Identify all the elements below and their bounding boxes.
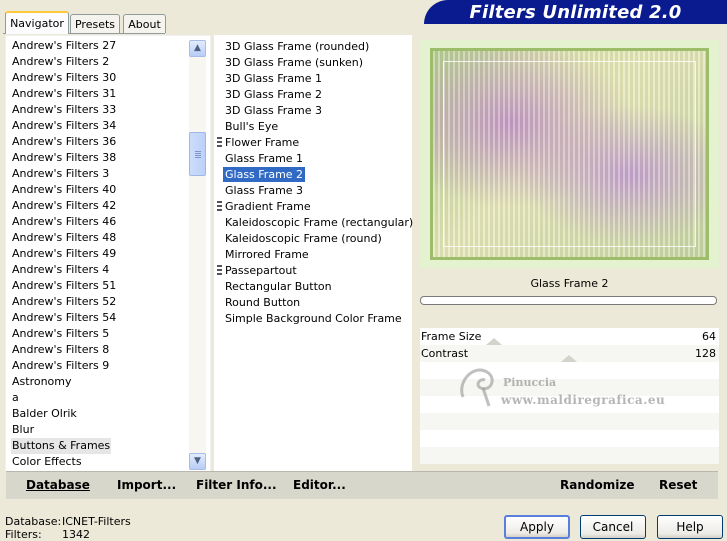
filter-item[interactable]: Gradient Frame xyxy=(223,199,313,214)
category-item[interactable]: Color Effects xyxy=(11,454,83,470)
import-button[interactable]: Import... xyxy=(117,472,176,499)
database-button[interactable]: Database xyxy=(26,472,90,499)
watermark-url: www.maldiregrafica.eu xyxy=(501,393,666,407)
category-item[interactable]: Astronomy xyxy=(11,374,73,390)
category-item[interactable]: a xyxy=(11,390,20,406)
category-item[interactable]: Andrew's Filters 40 xyxy=(11,182,117,198)
slider-thumb-icon[interactable] xyxy=(486,338,502,345)
preset-marker-icon xyxy=(217,201,222,212)
preview-panel xyxy=(420,40,719,268)
category-item[interactable]: Andrew's Filters 46 xyxy=(11,214,117,230)
filter-item[interactable]: Kaleidoscopic Frame (rectangular) xyxy=(223,215,415,230)
filter-item[interactable]: 3D Glass Frame (sunken) xyxy=(223,55,365,70)
status-database: Database:ICNET-Filters xyxy=(5,515,131,528)
filter-item[interactable]: Flower Frame xyxy=(223,135,301,150)
category-item[interactable]: Andrew's Filters 54 xyxy=(11,310,117,326)
filter-item[interactable]: 3D Glass Frame 2 xyxy=(223,87,324,102)
param-label: Contrast xyxy=(421,347,469,360)
editor-button[interactable]: Editor... xyxy=(293,472,346,499)
filter-item[interactable]: Kaleidoscopic Frame (round) xyxy=(223,231,384,246)
selected-filter-name: Glass Frame 2 xyxy=(530,277,609,290)
watermark-logo-icon xyxy=(460,368,494,407)
scrollbar-thumb[interactable] xyxy=(189,132,206,176)
app-title-banner: Filters Unlimited 2.0 xyxy=(424,0,727,24)
param-row-empty xyxy=(420,413,719,430)
category-item[interactable]: Blur xyxy=(11,422,35,438)
filter-item[interactable]: Simple Background Color Frame xyxy=(223,311,404,326)
filter-info-button[interactable]: Filter Info... xyxy=(196,472,277,499)
category-item[interactable]: Andrew's Filters 5 xyxy=(11,326,110,342)
param-value: 128 xyxy=(695,347,716,360)
arrow-up-icon[interactable]: ▲ xyxy=(189,40,206,57)
category-item[interactable]: Andrew's Filters 51 xyxy=(11,278,117,294)
preview-glass-frame xyxy=(443,61,696,247)
status-label: Filters: xyxy=(5,528,42,541)
category-item[interactable]: Andrew's Filters 8 xyxy=(11,342,110,358)
category-item[interactable]: Andrew's Filters 27 xyxy=(11,38,117,54)
help-button[interactable]: Help xyxy=(657,515,723,539)
filter-item[interactable]: Bull's Eye xyxy=(223,119,280,134)
category-item[interactable]: Balder Olrik xyxy=(11,406,78,422)
watermark: Pinuccia www.maldiregrafica.eu xyxy=(453,362,673,412)
tab-navigator[interactable]: Navigator xyxy=(5,11,69,34)
reset-button[interactable]: Reset xyxy=(659,472,697,499)
status-label: Database: xyxy=(5,515,62,528)
filter-item[interactable]: Rectangular Button xyxy=(223,279,334,294)
category-item[interactable]: Andrew's Filters 42 xyxy=(11,198,117,214)
filter-item[interactable]: Glass Frame 1 xyxy=(223,151,305,166)
param-value: 64 xyxy=(702,330,716,343)
preset-marker-icon xyxy=(217,265,222,276)
slider-thumb-icon[interactable] xyxy=(561,355,577,362)
param-row-frame-size[interactable]: Frame Size 64 xyxy=(420,328,719,345)
filter-item[interactable]: 3D Glass Frame (rounded) xyxy=(223,39,371,54)
filter-item[interactable]: Mirrored Frame xyxy=(223,247,311,262)
watermark-name: Pinuccia xyxy=(503,376,557,389)
param-row-empty xyxy=(420,447,719,464)
status-value: 1342 xyxy=(62,528,90,541)
arrow-down-icon[interactable]: ▼ xyxy=(189,453,206,470)
category-item[interactable]: Andrew's Filters 4 xyxy=(11,262,110,278)
status-filters: Filters: 1342 xyxy=(5,528,90,541)
cancel-button[interactable]: Cancel xyxy=(580,515,646,539)
filter-item[interactable]: 3D Glass Frame 3 xyxy=(223,103,324,118)
category-item[interactable]: Andrew's Filters 36 xyxy=(11,134,117,150)
category-item[interactable]: Andrew's Filters 48 xyxy=(11,230,117,246)
category-item[interactable]: Andrew's Filters 3 xyxy=(11,166,110,182)
param-row-empty xyxy=(420,430,719,447)
category-item[interactable]: Andrew's Filters 30 xyxy=(11,70,117,86)
tab-about[interactable]: About xyxy=(123,14,166,33)
param-row-contrast[interactable]: Contrast 128 xyxy=(420,345,719,362)
category-item[interactable]: Andrew's Filters 33 xyxy=(11,102,117,118)
apply-button[interactable]: Apply xyxy=(504,515,570,539)
category-item[interactable]: Andrew's Filters 34 xyxy=(11,118,117,134)
preset-marker-icon xyxy=(217,137,222,148)
progress-bar xyxy=(420,296,717,305)
filter-item[interactable]: Passepartout xyxy=(223,263,299,278)
filter-item[interactable]: Round Button xyxy=(223,295,302,310)
randomize-button[interactable]: Randomize xyxy=(560,472,634,499)
filter-item[interactable]: 3D Glass Frame 1 xyxy=(223,71,324,86)
preview-image xyxy=(430,48,709,260)
category-item[interactable]: Andrew's Filters 9 xyxy=(11,358,110,374)
category-scrollbar[interactable]: ▲ ▼ xyxy=(189,40,206,470)
category-item[interactable]: Andrew's Filters 31 xyxy=(11,86,117,102)
status-value: ICNET-Filters xyxy=(62,515,131,528)
category-item[interactable]: Andrew's Filters 38 xyxy=(11,150,117,166)
param-label: Frame Size xyxy=(421,330,482,343)
filter-item[interactable]: Glass Frame 3 xyxy=(223,183,305,198)
category-item[interactable]: Andrew's Filters 2 xyxy=(11,54,110,70)
grip-icon xyxy=(195,151,201,158)
category-item[interactable]: Andrew's Filters 52 xyxy=(11,294,117,310)
filter-item[interactable]: Glass Frame 2 xyxy=(223,167,306,182)
category-item[interactable]: Andrew's Filters 49 xyxy=(11,246,117,262)
category-item[interactable]: Buttons & Frames xyxy=(11,438,112,454)
tab-presets[interactable]: Presets xyxy=(70,14,120,33)
bottom-toolbar: Database Import... Filter Info... Editor… xyxy=(6,471,718,499)
